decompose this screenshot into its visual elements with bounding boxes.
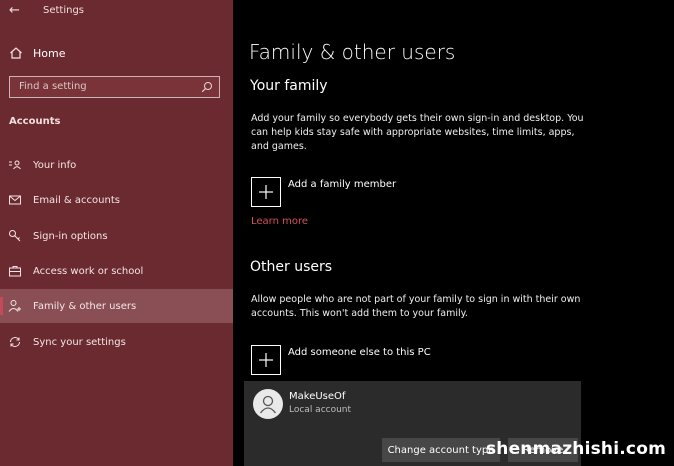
sidebar-item-email-accounts[interactable]: Email & accounts <box>0 183 233 217</box>
other-users-heading: Other users <box>250 259 333 275</box>
learn-more-link[interactable]: Learn more <box>251 216 308 227</box>
mail-icon <box>9 195 21 205</box>
change-account-type-button[interactable]: Change account type <box>382 438 500 462</box>
back-arrow-icon[interactable]: ← <box>9 3 20 18</box>
sidebar-item-sign-in-options[interactable]: Sign-in options <box>0 219 233 253</box>
sidebar-item-your-info[interactable]: Your info <box>0 148 233 182</box>
add-someone-else-label[interactable]: Add someone else to this PC <box>288 347 431 358</box>
search-placeholder: Find a setting <box>19 81 87 92</box>
page-title: Family & other users <box>249 40 456 64</box>
your-family-heading: Your family <box>250 78 328 94</box>
user-account-type: Local account <box>289 405 352 415</box>
home-label: Home <box>33 46 66 60</box>
sidebar-item-label: Access work or school <box>33 265 144 277</box>
sidebar-item-family-other-users[interactable]: Family & other users <box>0 289 233 323</box>
briefcase-icon <box>9 266 21 277</box>
title-bar: ← Settings <box>0 0 233 26</box>
user-icon <box>259 395 277 414</box>
contact-card-icon <box>9 160 21 170</box>
sidebar-item-access-work[interactable]: Access work or school <box>0 254 233 288</box>
your-family-description: Add your family so everybody gets their … <box>251 113 584 152</box>
search-icon[interactable] <box>201 81 213 93</box>
nav-home[interactable]: Home <box>9 44 229 62</box>
home-icon <box>10 47 22 59</box>
user-name: MakeUseOf <box>289 391 346 402</box>
sidebar-item-label: Sign-in options <box>33 230 108 242</box>
section-title-accounts: Accounts <box>9 116 61 127</box>
person-add-icon <box>8 300 21 312</box>
add-someone-else-button[interactable] <box>251 345 281 375</box>
plus-icon <box>259 185 273 199</box>
watermark-text: shenmazhishi.com <box>485 439 666 459</box>
add-family-member-button[interactable] <box>251 177 281 207</box>
sidebar: ← Settings Home Find a setting Accounts … <box>0 0 233 466</box>
sidebar-item-label: Family & other users <box>33 300 137 312</box>
search-input[interactable]: Find a setting <box>9 76 220 98</box>
sidebar-item-label: Email & accounts <box>33 194 120 206</box>
plus-icon <box>259 353 273 367</box>
sidebar-item-label: Your info <box>33 159 77 171</box>
avatar <box>253 389 283 419</box>
sidebar-item-sync-settings[interactable]: Sync your settings <box>0 325 233 359</box>
app-title: Settings <box>43 5 85 16</box>
key-icon <box>9 230 21 242</box>
other-users-description: Allow people who are not part of your fa… <box>251 294 581 319</box>
sidebar-item-label: Sync your settings <box>33 336 126 348</box>
sync-icon <box>10 337 20 347</box>
main-content: Family & other users Your family Add you… <box>233 0 674 466</box>
add-family-member-label[interactable]: Add a family member <box>288 179 396 190</box>
